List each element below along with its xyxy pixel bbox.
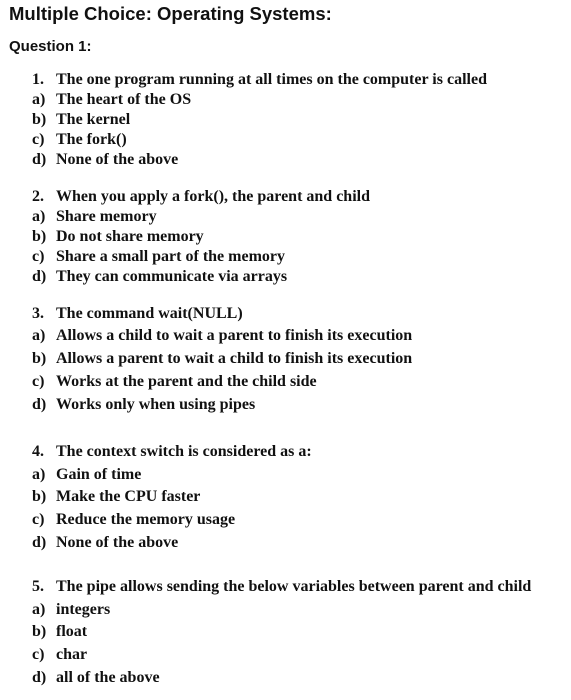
question-stem: 5. The pipe allows sending the below var…	[32, 576, 531, 599]
question-stem: 3. The command wait(NULL)	[32, 304, 412, 324]
option-letter: b)	[32, 350, 47, 367]
option-letter: b)	[32, 111, 47, 128]
option-c: c) Share a small part of the memory	[32, 247, 370, 267]
question-heading: Question 1:	[9, 38, 92, 55]
option-letter: d)	[32, 268, 47, 285]
option-letter: c)	[32, 646, 45, 664]
option-text: char	[56, 646, 88, 664]
option-letter: c)	[32, 248, 45, 265]
option-text: Share memory	[56, 208, 157, 225]
question-number: 3.	[32, 305, 44, 322]
option-d: d) None of the above	[32, 532, 312, 555]
option-text: float	[56, 623, 88, 641]
option-a: a) Share memory	[32, 207, 370, 227]
question-number: 1.	[32, 71, 44, 88]
option-letter: d)	[32, 668, 47, 686]
question-text: The one program running at all times on …	[56, 71, 487, 88]
option-text: Share a small part of the memory	[56, 248, 285, 265]
option-c: c) Works at the parent and the child sid…	[32, 370, 412, 393]
option-text: integers	[56, 600, 111, 618]
option-a: a) The heart of the OS	[32, 90, 487, 110]
option-b: b) Do not share memory	[32, 227, 370, 247]
question-text: When you apply a fork(), the parent and …	[56, 188, 370, 205]
question-number: 5.	[32, 578, 44, 595]
option-letter: c)	[32, 511, 45, 529]
question-number: 2.	[32, 188, 44, 205]
option-text: None of the above	[56, 151, 179, 168]
option-text: Do not share memory	[56, 228, 204, 245]
question-text: The pipe allows sending the below variab…	[56, 578, 532, 595]
option-b: b) Allows a parent to wait a child to fi…	[32, 347, 412, 370]
option-letter: c)	[32, 373, 45, 390]
option-letter: d)	[32, 533, 47, 551]
question-number: 4.	[32, 443, 44, 460]
option-letter: c)	[32, 131, 45, 148]
option-letter: b)	[32, 623, 47, 641]
option-d: d) None of the above	[32, 150, 487, 170]
option-letter: b)	[32, 228, 47, 245]
option-text: Gain of time	[56, 465, 142, 483]
question-stem: 2. When you apply a fork(), the parent a…	[32, 187, 370, 207]
option-letter: a)	[32, 91, 46, 108]
option-letter: a)	[32, 600, 46, 618]
question-stem: 4. The context switch is considered as a…	[32, 441, 312, 464]
question-3: 3. The command wait(NULL) a) Allows a ch…	[32, 304, 412, 416]
option-letter: a)	[32, 465, 46, 483]
option-letter: d)	[32, 151, 47, 168]
question-stem: 1. The one program running at all times …	[32, 70, 487, 90]
option-b: b) Make the CPU faster	[32, 486, 312, 509]
option-text: Make the CPU faster	[56, 488, 201, 506]
option-d: d) Works only when using pipes	[32, 393, 412, 416]
question-text: The context switch is considered as a:	[56, 443, 312, 460]
option-text: Works only when using pipes	[56, 396, 256, 413]
option-text: None of the above	[56, 533, 179, 551]
option-text: Allows a child to wait a parent to finis…	[56, 327, 413, 344]
option-text: The heart of the OS	[56, 91, 192, 108]
option-a: a) integers	[32, 599, 531, 622]
question-2: 2. When you apply a fork(), the parent a…	[32, 187, 370, 287]
question-4: 4. The context switch is considered as a…	[32, 441, 312, 554]
option-b: b) The kernel	[32, 110, 487, 130]
option-letter: a)	[32, 327, 46, 344]
option-a: a) Gain of time	[32, 464, 312, 487]
option-letter: b)	[32, 488, 47, 506]
option-c: c) Reduce the memory usage	[32, 509, 312, 532]
option-text: all of the above	[56, 668, 160, 686]
option-text: Reduce the memory usage	[56, 511, 236, 529]
question-5: 5. The pipe allows sending the below var…	[32, 576, 531, 689]
option-d: d) They can communicate via arrays	[32, 267, 370, 287]
option-c: c) char	[32, 644, 531, 667]
option-b: b) float	[32, 621, 531, 644]
option-letter: a)	[32, 208, 46, 225]
question-text: The command wait(NULL)	[56, 305, 243, 322]
option-text: Works at the parent and the child side	[56, 373, 317, 390]
option-text: The fork()	[56, 131, 127, 148]
option-letter: d)	[32, 396, 47, 413]
option-a: a) Allows a child to wait a parent to fi…	[32, 324, 412, 347]
option-d: d) all of the above	[32, 667, 531, 690]
option-text: They can communicate via arrays	[56, 268, 288, 285]
page-title: Multiple Choice: Operating Systems:	[9, 3, 332, 24]
question-1: 1. The one program running at all times …	[32, 70, 487, 170]
option-text: The kernel	[56, 111, 131, 128]
option-text: Allows a parent to wait a child to finis…	[56, 350, 413, 367]
option-c: c) The fork()	[32, 130, 487, 150]
